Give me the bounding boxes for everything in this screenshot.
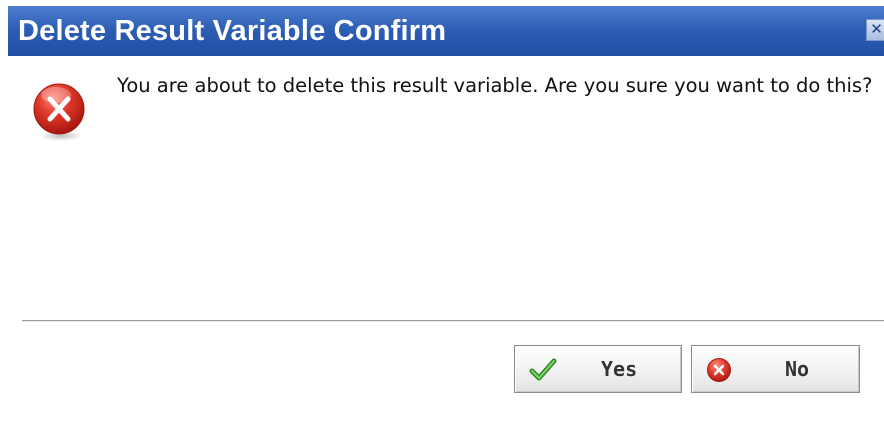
close-icon: ✕: [870, 20, 883, 38]
error-x-icon: [28, 80, 90, 142]
dialog-title: Delete Result Variable Confirm: [18, 15, 447, 47]
dialog-titlebar[interactable]: Delete Result Variable Confirm ✕: [8, 6, 884, 56]
divider: [22, 320, 884, 322]
confirm-message: You are about to delete this result vari…: [117, 74, 873, 97]
no-button[interactable]: No: [691, 345, 860, 393]
cancel-x-icon: [706, 357, 734, 383]
yes-button[interactable]: Yes: [514, 345, 682, 393]
yes-button-label: Yes: [601, 357, 638, 381]
close-button[interactable]: ✕: [866, 19, 884, 41]
checkmark-icon: [529, 357, 557, 383]
no-button-label: No: [785, 357, 810, 381]
confirm-dialog: Delete Result Variable Confirm ✕ You are…: [0, 0, 884, 425]
